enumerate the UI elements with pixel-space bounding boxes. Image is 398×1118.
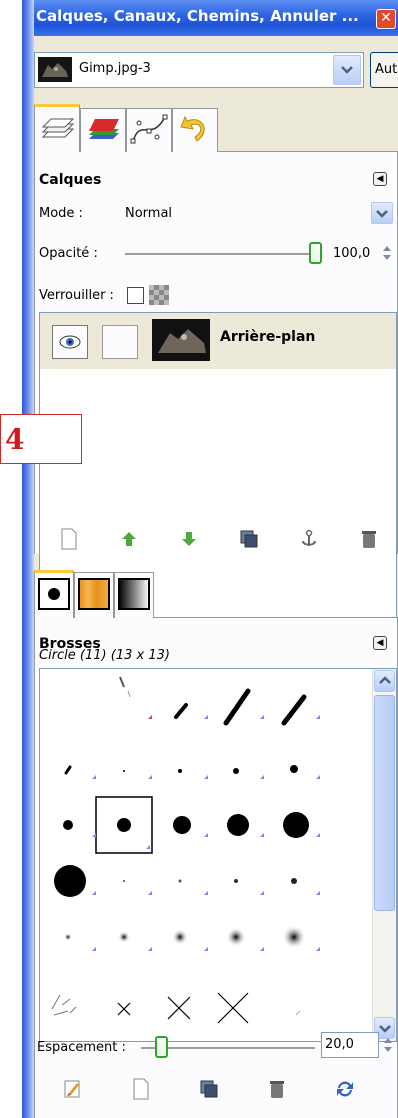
layer-name: Arrière-plan [220,329,316,345]
lower-layer-icon[interactable] [159,526,219,552]
image-thumbnail [38,57,72,82]
patterns-tab[interactable] [74,572,114,618]
image-name: Gimp.jpg-3 [79,61,151,76]
spacing-slider-handle[interactable] [155,1036,168,1058]
delete-layer-icon[interactable] [339,526,398,552]
undo-icon [180,115,205,142]
opacity-label: Opacité : [39,246,98,261]
duplicate-brush-icon[interactable] [175,1076,243,1102]
layers-button-bar [39,526,398,552]
mode-label: Mode : [39,206,83,221]
panel-menu-icon[interactable]: ◀ [373,636,387,650]
spin-arrows-icon[interactable] [382,243,392,263]
new-layer-icon[interactable] [39,526,99,552]
paths-tab[interactable] [126,108,172,152]
lock-label: Verrouiller : [39,288,114,303]
mode-select[interactable]: Normal [121,200,397,228]
spin-arrows-icon[interactable] [383,1035,393,1055]
anchor-layer-icon[interactable] [279,526,339,552]
mode-value: Normal [125,206,173,221]
brush-previews [51,676,320,1024]
opacity-slider-track[interactable] [125,253,313,255]
eye-icon[interactable] [52,325,88,359]
paths-icon [130,114,168,144]
dock-tab-bar [34,104,398,153]
edit-brush-icon[interactable] [39,1076,107,1102]
layers-tab[interactable] [34,104,80,153]
title-bar: Calques, Canaux, Chemins, Annuler ... ✕ [34,0,398,36]
chevron-down-icon[interactable] [371,202,393,224]
brush-tab-bar [34,570,398,619]
spacing-label: Espacement : [37,1040,126,1055]
auto-button[interactable]: Auto [370,52,398,88]
channels-tab[interactable] [80,108,126,152]
spacing-value[interactable]: 20,0 [321,1032,379,1058]
chevron-up-icon[interactable] [374,670,395,692]
brushes-button-bar [39,1076,379,1102]
lock-alpha-checkbox[interactable] [127,287,144,304]
channels-icon [89,119,119,139]
layer-thumbnail [152,319,210,361]
raise-layer-icon[interactable] [99,526,159,552]
selected-brush-label: Circle (11) (13 x 13) [39,648,170,663]
opacity-value[interactable]: 100,0 [333,246,370,261]
opacity-slider-handle[interactable] [309,242,322,264]
duplicate-layer-icon[interactable] [219,526,279,552]
gradient-icon [118,578,150,610]
close-icon[interactable]: ✕ [376,9,396,29]
chevron-down-icon[interactable] [333,55,361,85]
refresh-brushes-icon[interactable] [311,1076,379,1102]
scrollbar-thumb[interactable] [374,695,395,911]
left-margin [0,0,22,1118]
dock-panel: Calques, Canaux, Chemins, Annuler ... ✕ … [34,0,398,1118]
brushes-panel: Brosses ◀ Circle (11) (13 x 13) Espaceme… [34,618,398,1118]
transparency-icon [149,285,169,305]
layers-title: Calques [39,172,102,188]
pattern-icon [78,578,110,610]
brush-icon [38,578,70,610]
brushes-tab[interactable] [34,570,74,619]
brush-grid [39,668,397,1042]
layers-icon [41,118,75,138]
layer-row[interactable]: Arrière-plan [40,313,396,369]
brush-grid-scrollbar[interactable] [372,669,396,1041]
window-title: Calques, Canaux, Chemins, Annuler ... [36,7,359,25]
image-selector[interactable]: Gimp.jpg-3 [34,52,364,88]
undo-tab[interactable] [172,108,218,152]
window-left-border [22,0,34,1118]
layer-chain-toggle[interactable] [102,325,138,359]
layers-panel: Calques ◀ Mode : Normal Opacité : 100,0 … [34,152,398,672]
new-brush-icon[interactable] [107,1076,175,1102]
step-marker: 4 [0,414,82,464]
delete-brush-icon[interactable] [243,1076,311,1102]
gradients-tab[interactable] [114,572,154,618]
panel-menu-icon[interactable]: ◀ [373,172,387,186]
